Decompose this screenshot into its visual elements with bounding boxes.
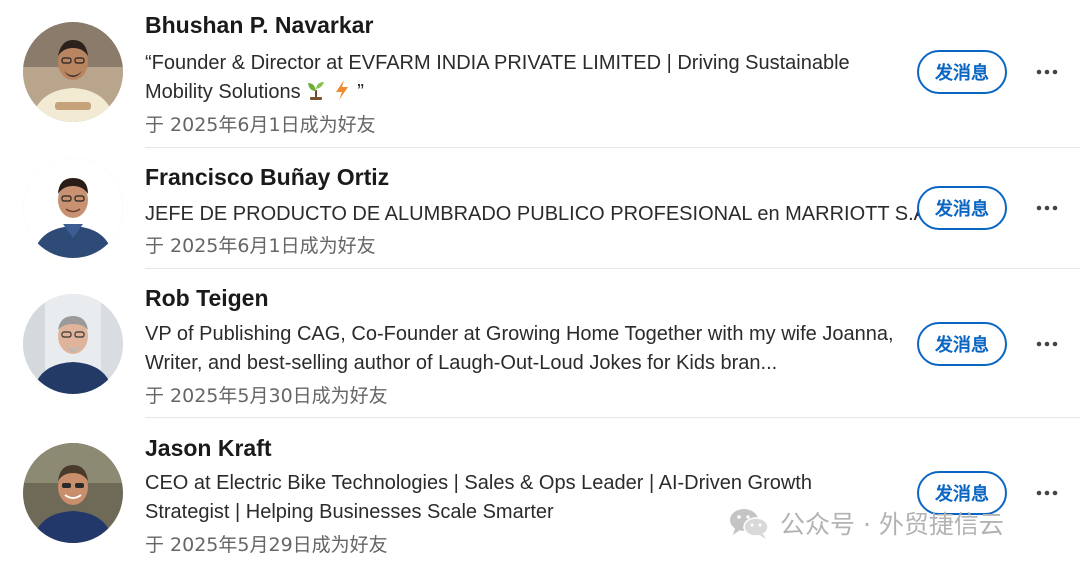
connection-headline: VP of Publishing CAG, Co-Founder at Grow… [145,323,894,374]
watermark: 公众号 · 外贸捷信云 [728,505,1004,541]
avatar[interactable] [23,22,123,122]
connection-row: Francisco Buñay Ortiz JEFE DE PRODUCTO D… [0,148,1080,269]
avatar[interactable] [23,294,123,394]
more-options-button[interactable] [1028,478,1066,508]
wechat-icon [730,509,769,539]
connected-date: 于 2025年5月29日成为好友 [145,534,388,556]
connected-date: 于 2025年6月1日成为好友 [145,114,376,136]
message-button[interactable]: 发消息 [917,186,1007,230]
more-options-button[interactable] [1028,57,1066,87]
more-horizontal-icon [1036,205,1058,211]
connected-date: 于 2025年5月30日成为好友 [145,385,388,407]
connection-name[interactable]: Rob Teigen [145,285,269,312]
avatar[interactable] [23,443,123,543]
connected-date: 于 2025年6月1日成为好友 [145,235,376,257]
connections-list: Bhushan P. Navarkar “Founder & Director … [0,0,1080,567]
connection-row: Jason Kraft CEO at Electric Bike Technol… [0,418,1080,567]
more-horizontal-icon [1036,341,1058,347]
connection-name[interactable]: Francisco Buñay Ortiz [145,164,389,191]
connection-name[interactable]: Jason Kraft [145,435,272,462]
connection-headline: JEFE DE PRODUCTO DE ALUMBRADO PUBLICO PR… [145,203,933,225]
lightning-emoji [335,80,348,100]
connection-name[interactable]: Bhushan P. Navarkar [145,12,373,39]
message-button[interactable]: 发消息 [917,50,1007,94]
profile-photo [23,294,123,394]
more-options-button[interactable] [1028,193,1066,223]
connection-row: Bhushan P. Navarkar “Founder & Director … [0,0,1080,148]
headline-close-quote: ” [351,81,364,103]
headline-text: “Founder & Director at EVFARM INDIA PRIV… [145,52,850,103]
profile-photo [23,158,123,258]
more-horizontal-icon [1036,490,1058,496]
seedling-emoji [308,82,325,100]
more-options-button[interactable] [1028,329,1066,359]
watermark-text: 公众号 · 外贸捷信云 [780,510,1004,539]
message-button[interactable]: 发消息 [917,322,1007,366]
profile-photo [23,22,123,122]
more-horizontal-icon [1036,69,1058,75]
profile-photo [23,443,123,543]
connection-headline: “Founder & Director at EVFARM INDIA PRIV… [145,49,895,107]
avatar[interactable] [23,158,123,258]
connection-row: Rob Teigen VP of Publishing CAG, Co-Foun… [0,269,1080,418]
